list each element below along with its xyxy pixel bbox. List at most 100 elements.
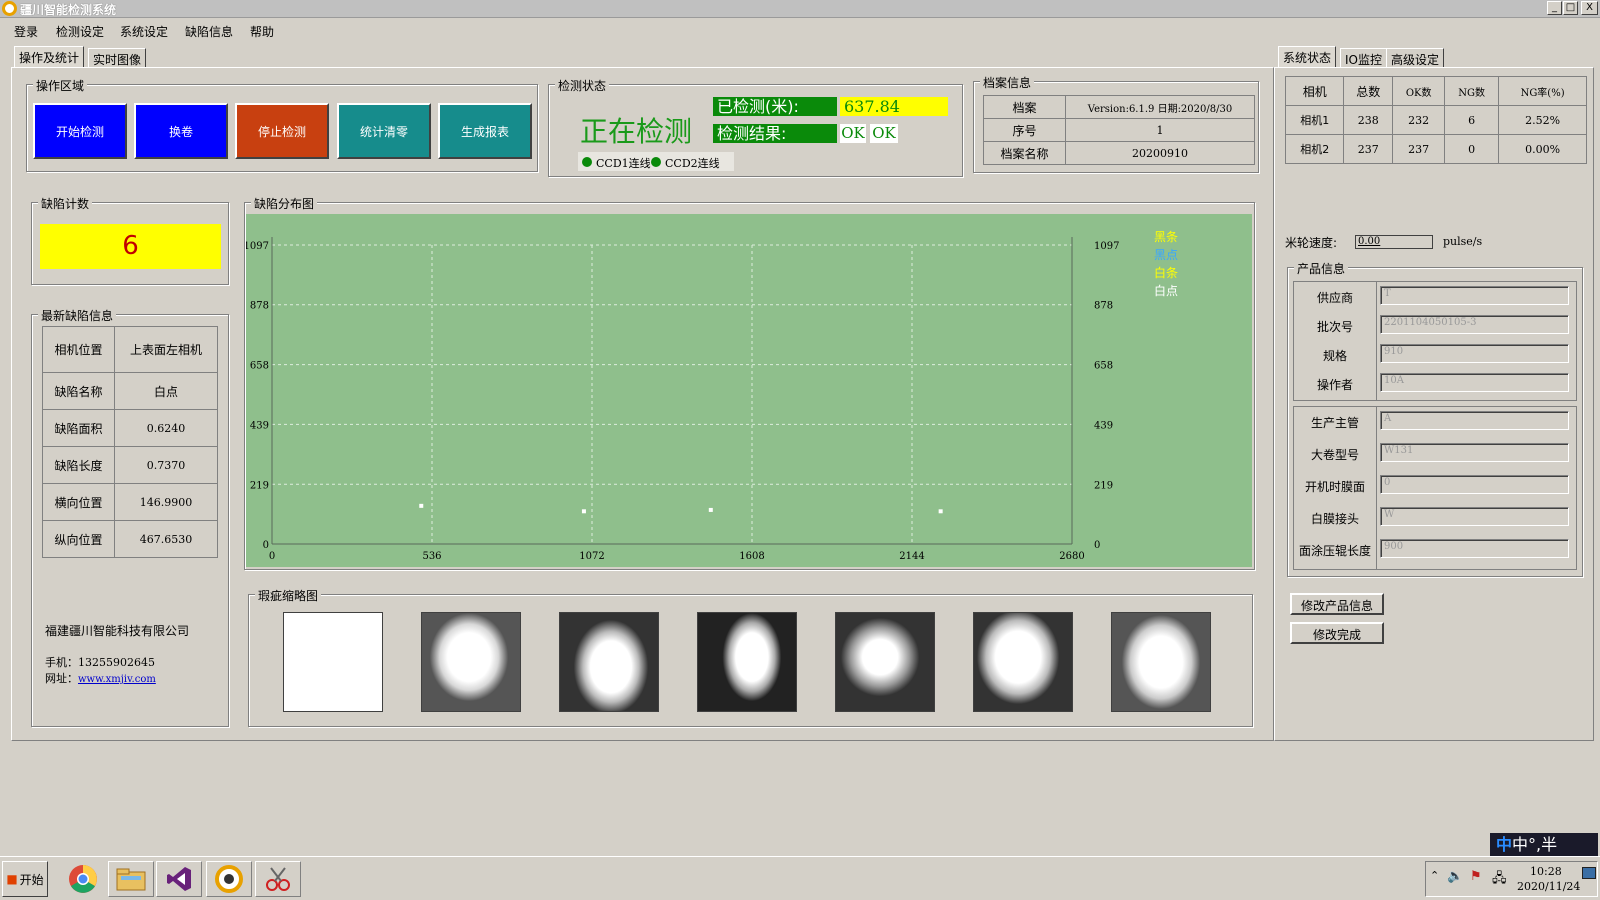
menu-help[interactable]: 帮助 [250,23,274,40]
camera-header: 总数 [1343,76,1394,106]
ime-language: 中 [1496,835,1513,854]
defect-key: 缺陷名称 [42,372,115,410]
white-film-joint-input[interactable]: W [1380,507,1569,526]
defect-key: 横向位置 [42,483,115,521]
y-tick-label-left: 1097 [246,241,269,252]
archive-version: Version:6.1.9 日期:2020/8/30 [1065,95,1255,119]
camera-cell: 238 [1343,105,1394,135]
edit-product-button[interactable]: 修改产品信息 [1290,593,1384,615]
batch-number-input[interactable]: 2201104050105-3 [1380,315,1569,334]
chart-background [246,214,1252,567]
title-bar: 疆川智能检测系统 _ □ X [0,0,1600,18]
spec-input[interactable]: 910 [1380,344,1569,363]
company-phone: 手机：13255902645 [45,656,155,669]
ccd1-status-icon [582,157,592,167]
supervisor-input[interactable]: A [1380,411,1569,430]
defect-key: 纵向位置 [42,520,115,558]
result-value-1: OK [840,124,866,143]
product-label: 大卷型号 [1310,448,1359,462]
product-label: 操作者 [1316,378,1353,392]
tray-expand-icon[interactable]: ⌃ [1430,869,1439,882]
y-tick-label-left: 439 [250,420,269,431]
film-surface-input[interactable]: 0 [1380,475,1569,494]
result-label: 检测结果: [713,124,837,143]
maximize-button[interactable]: □ [1563,1,1578,15]
app-icon [2,1,17,16]
camera-cell: 6 [1444,105,1500,135]
start-button[interactable]: ■ 开始 [2,861,48,897]
camera-cell: 0 [1444,134,1500,164]
result-value-2: OK [870,124,898,143]
tab-io-monitor[interactable]: IO监控 [1340,48,1387,68]
camera-cell: 相机1 [1284,105,1345,135]
menu-login[interactable]: 登录 [14,23,38,40]
defect-thumbnail[interactable] [283,612,383,712]
tab-operation-stats[interactable]: 操作及统计 [14,46,85,68]
menu-system-settings[interactable]: 系统设定 [120,23,168,40]
distribution-title: 缺陷分布图 [251,195,318,212]
defect-thumbnail[interactable] [835,612,935,712]
ccd2-status-icon [651,157,661,167]
tab-system-status[interactable]: 系统状态 [1278,46,1337,68]
camera-cell: 237 [1343,134,1394,164]
operation-title: 操作区域 [33,77,88,94]
edit-done-button[interactable]: 修改完成 [1290,622,1384,644]
x-tick-label: 536 [422,551,441,562]
action-center-icon[interactable]: ⚑ [1470,869,1482,884]
defect-key: 相机位置 [42,326,115,373]
camera-cell: 相机2 [1284,134,1345,164]
menu-detection-settings[interactable]: 检测设定 [56,23,104,40]
camera-cell: 0.00% [1498,134,1587,164]
file-explorer-icon[interactable] [108,861,154,897]
defect-value: 0.6240 [114,409,218,447]
archive-key: 档案名称 [983,141,1066,165]
snipping-tool-icon[interactable] [255,861,301,897]
defect-thumbnail[interactable] [973,612,1073,712]
volume-icon[interactable]: 🔈 [1447,869,1463,884]
archive-title: 档案信息 [980,74,1035,91]
camera-header: NG率(%) [1498,76,1587,106]
detected-meters-value: 637.84 [840,97,948,116]
speed-unit: pulse/s [1443,235,1483,248]
x-tick-label: 1072 [579,551,604,562]
ime-indicator[interactable]: 中中°,半 [1490,833,1598,857]
x-tick-label: 2144 [899,551,924,562]
camera-cell: 237 [1392,134,1446,164]
archive-table: 档案 Version:6.1.9 日期:2020/8/30 序号 1 档案名称 202… [983,95,1255,165]
defect-thumbnail[interactable] [559,612,659,712]
chrome-icon[interactable] [60,861,106,897]
close-button[interactable]: X [1581,1,1598,15]
generate-report-button[interactable]: 生成报表 [438,103,532,159]
menu-bar: 登录 检测设定 系统设定 缺陷信息 帮助 [0,19,1600,41]
visual-studio-icon[interactable] [156,861,202,897]
detection-state: 正在检测 [580,115,693,148]
defect-thumbnail[interactable] [1111,612,1211,712]
company-web-label: 网址： [45,672,78,685]
roll-model-input[interactable]: W131 [1380,443,1569,462]
network-icon[interactable]: 🖧 [1492,869,1507,891]
company-web-link[interactable]: www.xmjiv.com [78,674,156,685]
product-label: 面涂压辊长度 [1298,544,1371,558]
tab-advanced-settings[interactable]: 高级设定 [1386,48,1445,68]
stop-detection-button[interactable]: 停止检测 [235,103,329,159]
supplier-input[interactable]: T [1380,286,1569,305]
defect-thumbnail[interactable] [421,612,521,712]
menu-defect-info[interactable]: 缺陷信息 [185,23,233,40]
y-tick-label-left: 658 [250,361,269,372]
operator-input[interactable]: 10A [1380,373,1569,392]
start-detection-button[interactable]: 开始检测 [33,103,127,159]
ccd2-label: CCD2连线 [665,157,720,170]
tab-realtime-image[interactable]: 实时图像 [88,48,147,68]
company-web: 网址：www.xmjiv.com [45,670,156,686]
defect-thumbnail[interactable] [697,612,797,712]
archive-key: 序号 [983,118,1066,142]
clear-stats-button[interactable]: 统计清零 [337,103,431,159]
show-desktop-icon[interactable] [1582,867,1596,879]
minimize-button[interactable]: _ [1547,1,1562,15]
change-roll-button[interactable]: 换卷 [134,103,228,159]
inspection-app-icon[interactable] [206,861,252,897]
archive-key: 档案 [983,95,1066,119]
x-tick-label: 1608 [739,551,764,562]
y-tick-label-right: 439 [1094,420,1113,431]
roller-length-input[interactable]: 900 [1380,539,1569,558]
